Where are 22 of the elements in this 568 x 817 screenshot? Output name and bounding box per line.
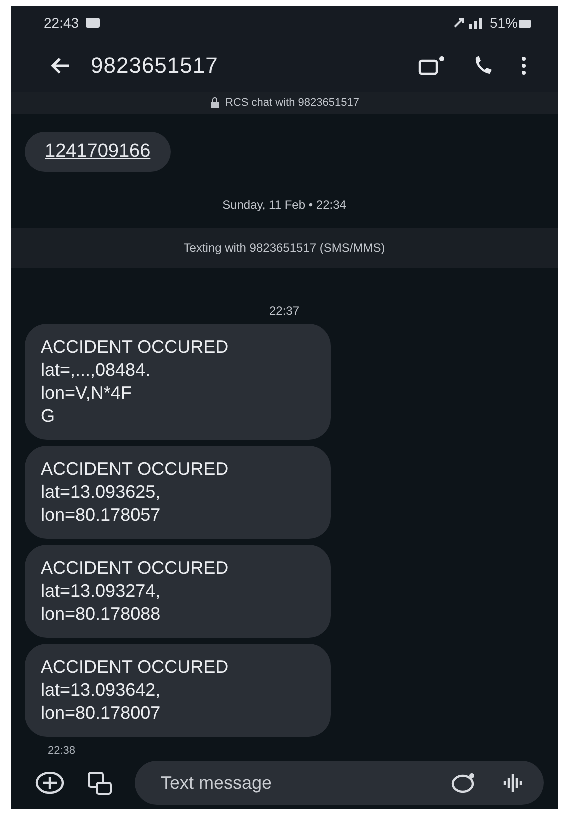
status-time: 22:43 [44,15,80,31]
link-bubble[interactable]: 1241709166 [25,132,171,172]
signal-icon [466,16,484,30]
more-icon[interactable] [520,55,528,77]
data-icon [452,16,467,30]
time-label: 22:37 [269,304,300,318]
contact-number: 9823651517 [91,53,220,79]
message-bubble: ACCIDENT OCCURED lat=13.093642, lon=80.178007 [25,644,331,737]
message-bubble: ACCIDENT OCCURED lat=,...,08484. lon=V,N*4F G [25,324,331,440]
rcs-notice: RCS chat with 9823651517 [226,97,360,109]
date-label: Sunday, 11 Feb • 22:34 [222,198,346,212]
battery-level: 51% [490,15,518,31]
voice-icon[interactable] [502,772,524,794]
compose-bar[interactable]: Text message [135,761,544,805]
message-bubble: ACCIDENT OCCURED lat=13.093274, lon=80.178088 [25,545,331,638]
add-icon[interactable] [35,772,65,794]
lock-icon [210,97,220,109]
message-field[interactable]: Text message [159,772,425,794]
video-call-icon[interactable] [418,55,446,77]
message-bubble: ACCIDENT OCCURED lat=13.093625, lon=80.178057 [25,446,331,539]
message-time: 22:38 [48,745,76,757]
texting-banner: Texting with 9823651517 (SMS/MMS) [11,228,558,268]
